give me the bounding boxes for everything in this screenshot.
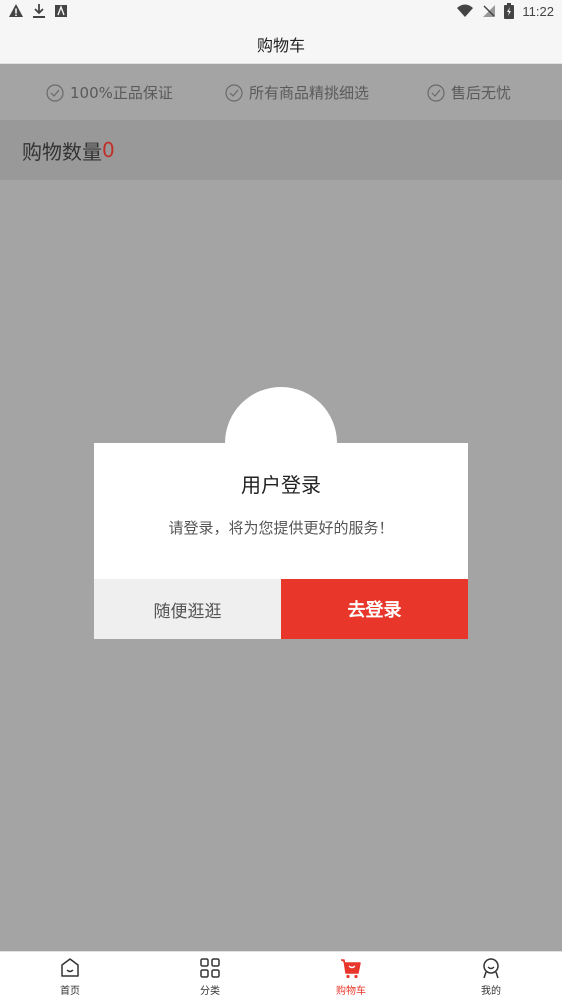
check-circle-icon	[46, 83, 64, 102]
status-time: 11:22	[522, 3, 554, 19]
guarantee-label: 100%正品保证	[70, 84, 173, 102]
nav-item-home[interactable]: 首页	[30, 956, 110, 997]
page-title: 购物车	[256, 35, 305, 55]
login-button[interactable]: 去登录	[281, 579, 468, 639]
cart-icon	[341, 959, 361, 979]
no-signal-icon	[483, 5, 496, 17]
dialog-message: 请登录，将为您提供更好的服务！	[168, 519, 394, 537]
cart-count-bar: 购物数量 0	[0, 120, 562, 180]
profile-icon	[483, 958, 499, 979]
nav-item-profile[interactable]: 我的	[451, 956, 531, 997]
guarantee-item: 售后无忧	[427, 82, 511, 103]
grid-icon	[200, 958, 220, 978]
check-circle-icon	[427, 83, 445, 102]
nav-item-category[interactable]: 分类	[170, 956, 250, 997]
battery-charging-icon	[504, 3, 515, 19]
nav-item-cart[interactable]: 购物车	[311, 956, 391, 997]
guarantee-bar: 100%正品保证 所有商品精挑细选 售后无忧	[0, 64, 562, 120]
status-system: 11:22	[456, 3, 554, 19]
nav-label: 购物车	[336, 986, 366, 997]
dialog-title: 用户登录	[241, 473, 321, 497]
header: 购物车	[0, 24, 562, 64]
wifi-icon	[457, 4, 474, 17]
guarantee-label: 所有商品精挑细选	[249, 84, 370, 102]
download-icon	[33, 4, 45, 18]
cart-count-value: 0	[102, 138, 115, 162]
app-notification-icon	[55, 5, 67, 17]
guarantee-label: 售后无忧	[451, 84, 512, 102]
status-bar: 11:22	[0, 0, 562, 24]
cart-count-label: 购物数量	[22, 139, 102, 164]
guarantee-item: 所有商品精挑细选	[225, 82, 369, 103]
check-circle-icon	[225, 83, 243, 102]
bottom-nav: 首页 分类 购物车 我的	[0, 951, 562, 999]
login-dialog: 用户登录 请登录，将为您提供更好的服务！ 随便逛逛 去登录	[94, 443, 468, 639]
home-icon	[61, 958, 79, 977]
nav-label: 我的	[481, 986, 501, 997]
status-notifications	[8, 3, 68, 19]
nav-label: 分类	[200, 986, 220, 997]
browse-button[interactable]: 随便逛逛	[94, 579, 281, 639]
nav-label: 首页	[60, 986, 80, 997]
guarantee-item: 100%正品保证	[46, 82, 173, 103]
warning-icon	[9, 4, 23, 17]
